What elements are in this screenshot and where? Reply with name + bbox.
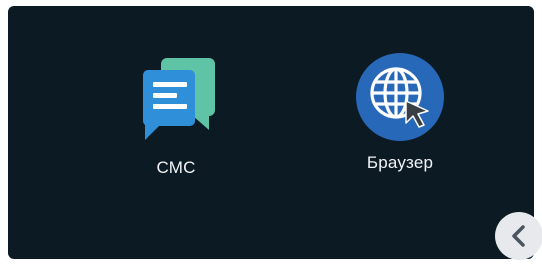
app-label-browser: Браузер [366, 153, 434, 172]
app-sms[interactable]: СМС [116, 56, 236, 178]
globe-cursor-icon [356, 53, 444, 141]
home-screen: СМС Браузер [8, 6, 534, 259]
app-label-sms: СМС [156, 158, 196, 177]
app-browser[interactable]: Браузер [340, 51, 460, 173]
device-frame: СМС Браузер [0, 0, 542, 265]
sms-chat-icon [143, 58, 215, 140]
back-button[interactable] [495, 212, 542, 260]
chevron-left-icon [512, 225, 525, 247]
